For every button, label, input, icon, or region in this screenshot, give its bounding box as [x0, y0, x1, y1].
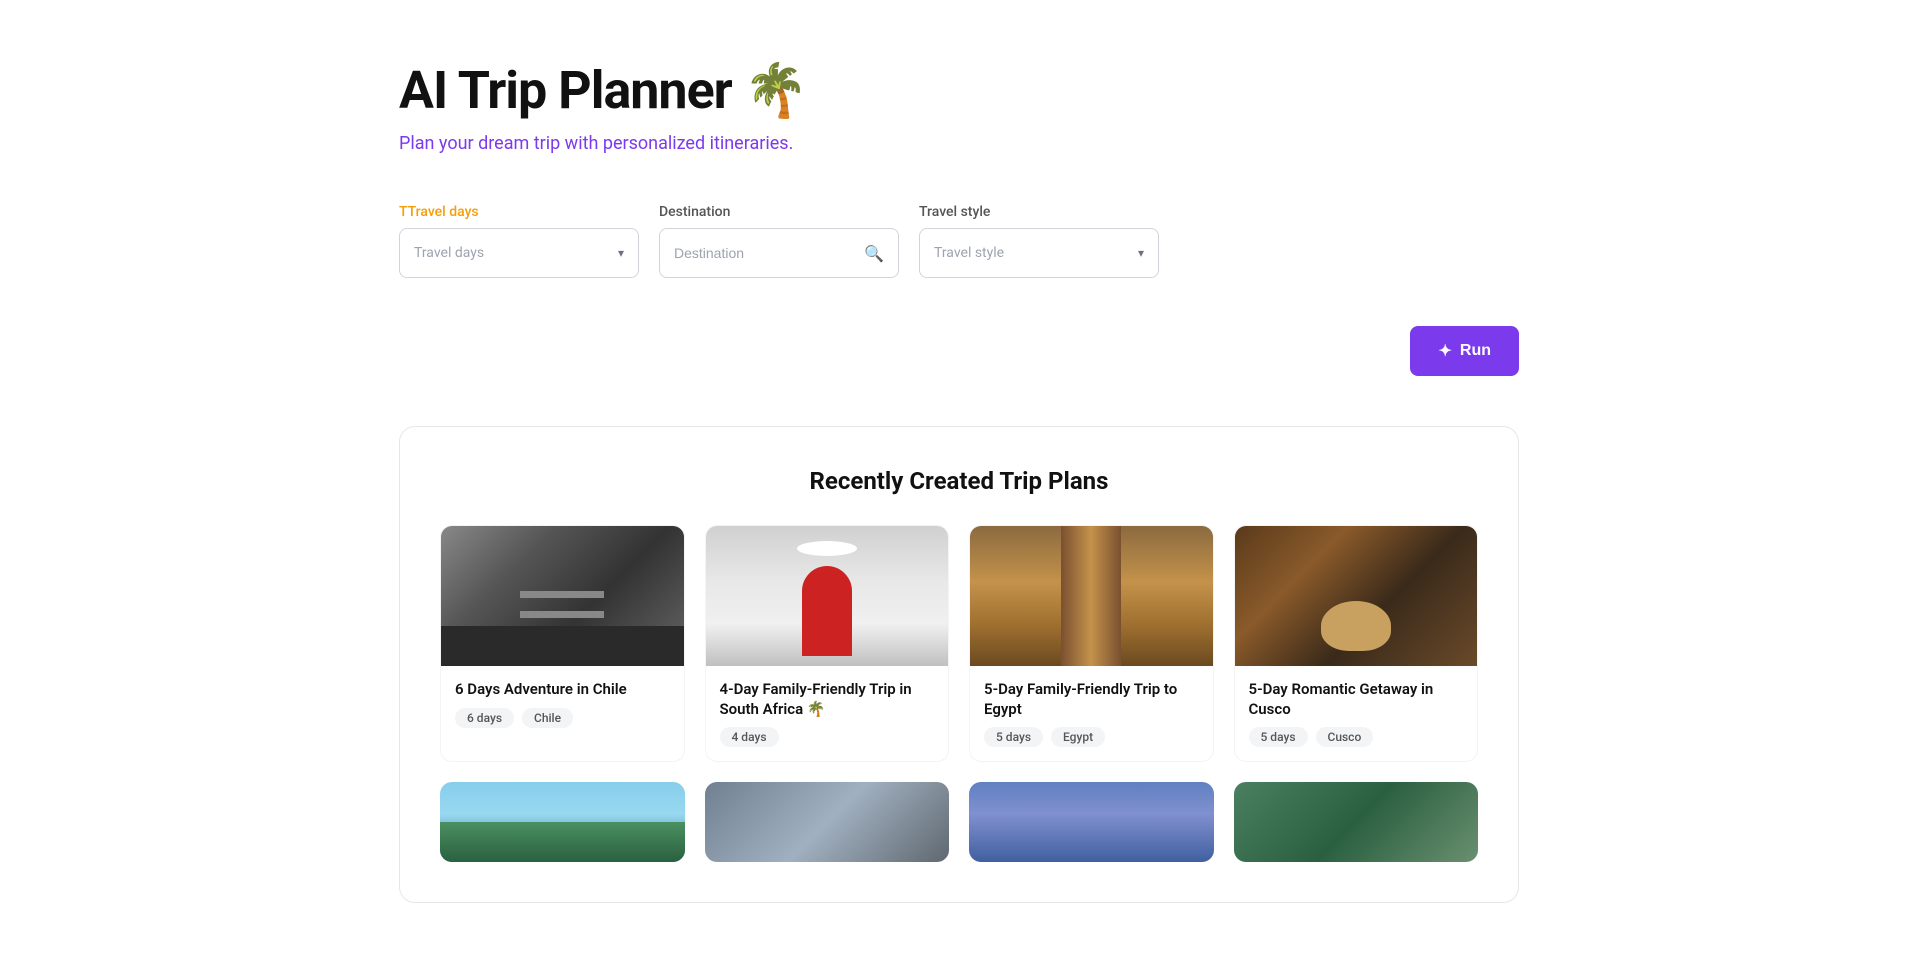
trip-card[interactable]: 5-Day Family-Friendly Trip to Egypt 5 da…: [969, 525, 1214, 762]
recent-title: Recently Created Trip Plans: [440, 467, 1478, 495]
chevron-down-icon: ▾: [1138, 246, 1144, 260]
card-tags-2: 4 days: [720, 727, 935, 747]
trip-cards-grid: 6 Days Adventure in Chile 6 days Chile 4…: [440, 525, 1478, 762]
tag-days: 5 days: [984, 727, 1043, 747]
card-tags-1: 6 days Chile: [455, 708, 670, 728]
search-icon: 🔍: [864, 244, 884, 263]
card-image-3: [970, 526, 1213, 666]
recent-section: Recently Created Trip Plans 6 Days Adven…: [399, 426, 1519, 903]
card-title-2: 4-Day Family-Friendly Trip in South Afri…: [720, 680, 935, 719]
tag-days: 6 days: [455, 708, 514, 728]
bottom-card-4[interactable]: [1234, 782, 1479, 862]
card-body-2: 4-Day Family-Friendly Trip in South Afri…: [706, 666, 949, 761]
card-image-4: [1235, 526, 1478, 666]
card-tags-4: 5 days Cusco: [1249, 727, 1464, 747]
bottom-cards-row: [440, 782, 1478, 862]
travel-days-group: TTravel days Travel days ▾: [399, 204, 639, 278]
travel-style-label: Travel style: [919, 204, 1159, 220]
run-button[interactable]: ✦ Run: [1410, 326, 1519, 376]
card-body-3: 5-Day Family-Friendly Trip to Egypt 5 da…: [970, 666, 1213, 761]
bottom-card-3[interactable]: [969, 782, 1214, 862]
bottom-card-2[interactable]: [705, 782, 950, 862]
destination-group: Destination 🔍: [659, 204, 899, 278]
card-body-1: 6 Days Adventure in Chile 6 days Chile: [441, 666, 684, 742]
hero-section: AI Trip Planner 🌴 Plan your dream trip w…: [399, 60, 1519, 154]
card-image-1: [441, 526, 684, 666]
tag-destination: Chile: [522, 708, 573, 728]
card-body-4: 5-Day Romantic Getaway in Cusco 5 days C…: [1235, 666, 1478, 761]
travel-style-group: Travel style Travel style ▾: [919, 204, 1159, 278]
trip-card[interactable]: 4-Day Family-Friendly Trip in South Afri…: [705, 525, 950, 762]
travel-days-value: Travel days: [414, 245, 484, 261]
tag-destination: Egypt: [1051, 727, 1105, 747]
card-title-3: 5-Day Family-Friendly Trip to Egypt: [984, 680, 1199, 719]
trip-card[interactable]: 6 Days Adventure in Chile 6 days Chile: [440, 525, 685, 762]
destination-input[interactable]: [674, 245, 856, 261]
destination-input-wrapper[interactable]: 🔍: [659, 228, 899, 278]
trip-card[interactable]: 5-Day Romantic Getaway in Cusco 5 days C…: [1234, 525, 1479, 762]
run-label: Run: [1460, 342, 1491, 360]
sparkle-icon: ✦: [1438, 341, 1451, 361]
bottom-card-1[interactable]: [440, 782, 685, 862]
card-tags-3: 5 days Egypt: [984, 727, 1199, 747]
app-title: AI Trip Planner 🌴: [399, 60, 1519, 121]
card-title-4: 5-Day Romantic Getaway in Cusco: [1249, 680, 1464, 719]
travel-style-select[interactable]: Travel style ▾: [919, 228, 1159, 278]
run-section: ✦ Run: [399, 318, 1519, 376]
tag-days: 5 days: [1249, 727, 1308, 747]
tag-destination: Cusco: [1316, 727, 1374, 747]
card-title-1: 6 Days Adventure in Chile: [455, 680, 670, 700]
travel-days-select[interactable]: Travel days ▾: [399, 228, 639, 278]
destination-label: Destination: [659, 204, 899, 220]
chevron-down-icon: ▾: [618, 246, 624, 260]
app-subtitle: Plan your dream trip with personalized i…: [399, 133, 1519, 154]
label-highlight: T: [399, 204, 408, 220]
travel-days-label: TTravel days: [399, 204, 639, 220]
travel-style-value: Travel style: [934, 245, 1004, 261]
card-image-2: [706, 526, 949, 666]
form-section: TTravel days Travel days ▾ Destination 🔍…: [399, 204, 1519, 278]
tag-days: 4 days: [720, 727, 779, 747]
